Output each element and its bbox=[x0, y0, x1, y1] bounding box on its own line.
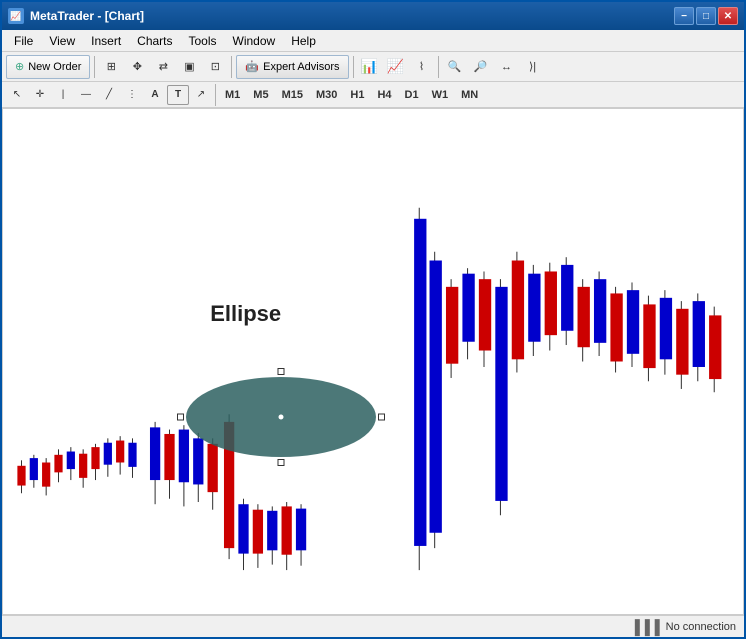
new-order-button[interactable]: ⊕ New Order bbox=[6, 55, 90, 79]
chart-line-icon[interactable]: 📈 bbox=[384, 55, 408, 79]
expert-label: Expert Advisors bbox=[263, 61, 339, 73]
window-title: MetaTrader - [Chart] bbox=[30, 9, 674, 23]
toolbar-main: ⊕ New Order ⊞ ✥ ⇄ ▣ ⊡ 🤖 Expert Advisors … bbox=[2, 52, 744, 82]
title-bar: 📈 MetaTrader - [Chart] − □ ✕ bbox=[2, 2, 744, 30]
text-tool[interactable]: A bbox=[144, 85, 166, 105]
handle-top[interactable] bbox=[277, 368, 284, 375]
ellipse-shape[interactable] bbox=[181, 372, 381, 462]
zoom-in-icon[interactable]: 🔍 bbox=[443, 55, 467, 79]
status-bar: ▐▐▐ No connection bbox=[2, 615, 744, 637]
handle-bottom[interactable] bbox=[277, 459, 284, 466]
chart-svg bbox=[3, 109, 743, 614]
menu-view[interactable]: View bbox=[41, 32, 83, 50]
period-d1[interactable]: D1 bbox=[399, 85, 425, 105]
separator-3 bbox=[353, 56, 354, 78]
period-w1[interactable]: W1 bbox=[426, 85, 455, 105]
separator-1 bbox=[94, 56, 95, 78]
menu-insert[interactable]: Insert bbox=[83, 32, 129, 50]
close-button[interactable]: ✕ bbox=[718, 7, 738, 25]
restore-button[interactable]: □ bbox=[696, 7, 716, 25]
expert-icon: 🤖 bbox=[245, 60, 259, 73]
menu-help[interactable]: Help bbox=[283, 32, 324, 50]
main-window: 📈 MetaTrader - [Chart] − □ ✕ File View I… bbox=[0, 0, 746, 639]
tool-btn-5[interactable]: ⊡ bbox=[203, 55, 227, 79]
tool-btn-2[interactable]: ✥ bbox=[125, 55, 149, 79]
menu-window[interactable]: Window bbox=[225, 32, 284, 50]
handle-right[interactable] bbox=[378, 413, 385, 420]
menu-file[interactable]: File bbox=[6, 32, 41, 50]
autoscroll-icon[interactable]: ⟩| bbox=[521, 55, 545, 79]
cursor-tool[interactable]: ↖ bbox=[6, 85, 28, 105]
period-h1[interactable]: H1 bbox=[344, 85, 370, 105]
connection-status: No connection bbox=[666, 621, 736, 633]
center-dot bbox=[278, 414, 283, 419]
vertical-line-tool[interactable]: | bbox=[52, 85, 74, 105]
menu-charts[interactable]: Charts bbox=[129, 32, 180, 50]
menu-bar: File View Insert Charts Tools Window Hel… bbox=[2, 30, 744, 52]
chart-area[interactable]: Ellipse bbox=[2, 108, 744, 615]
period-m15[interactable]: M15 bbox=[276, 85, 309, 105]
period-m5[interactable]: M5 bbox=[247, 85, 274, 105]
arrow-tool[interactable]: ↗ bbox=[190, 85, 212, 105]
new-order-icon: ⊕ bbox=[15, 60, 24, 73]
status-bars-icon: ▐▐▐ bbox=[630, 619, 660, 635]
tool-btn-3[interactable]: ⇄ bbox=[151, 55, 175, 79]
chart-type-icon[interactable]: ⌇ bbox=[410, 55, 434, 79]
period-m30[interactable]: M30 bbox=[310, 85, 343, 105]
minimize-button[interactable]: − bbox=[674, 7, 694, 25]
crosshair-tool[interactable]: ✛ bbox=[29, 85, 51, 105]
period-h4[interactable]: H4 bbox=[371, 85, 397, 105]
expert-advisors-button[interactable]: 🤖 Expert Advisors bbox=[236, 55, 348, 79]
period-sep bbox=[215, 84, 216, 106]
handle-left[interactable] bbox=[177, 413, 184, 420]
toolbar-drawing: ↖ ✛ | — ╱ ⋮ A T ↗ M1 M5 M15 M30 H1 H4 D1… bbox=[2, 82, 744, 108]
chart-bar-icon[interactable]: 📊 bbox=[358, 55, 382, 79]
horizontal-line-tool[interactable]: — bbox=[75, 85, 97, 105]
window-controls: − □ ✕ bbox=[674, 7, 738, 25]
tool-btn-1[interactable]: ⊞ bbox=[99, 55, 123, 79]
separator-2 bbox=[231, 56, 232, 78]
menu-tools[interactable]: Tools bbox=[181, 32, 225, 50]
label-tool[interactable]: T bbox=[167, 85, 189, 105]
tool-btn-4[interactable]: ▣ bbox=[177, 55, 201, 79]
period-mn[interactable]: MN bbox=[455, 85, 484, 105]
trendline-tool[interactable]: ╱ bbox=[98, 85, 120, 105]
separator-4 bbox=[438, 56, 439, 78]
new-order-label: New Order bbox=[28, 61, 81, 73]
zoom-out-icon[interactable]: 🔎 bbox=[469, 55, 493, 79]
app-icon: 📈 bbox=[8, 8, 24, 24]
period-m1[interactable]: M1 bbox=[219, 85, 246, 105]
scroll-icon[interactable]: ↔ bbox=[495, 55, 519, 79]
channel-tool[interactable]: ⋮ bbox=[121, 85, 143, 105]
